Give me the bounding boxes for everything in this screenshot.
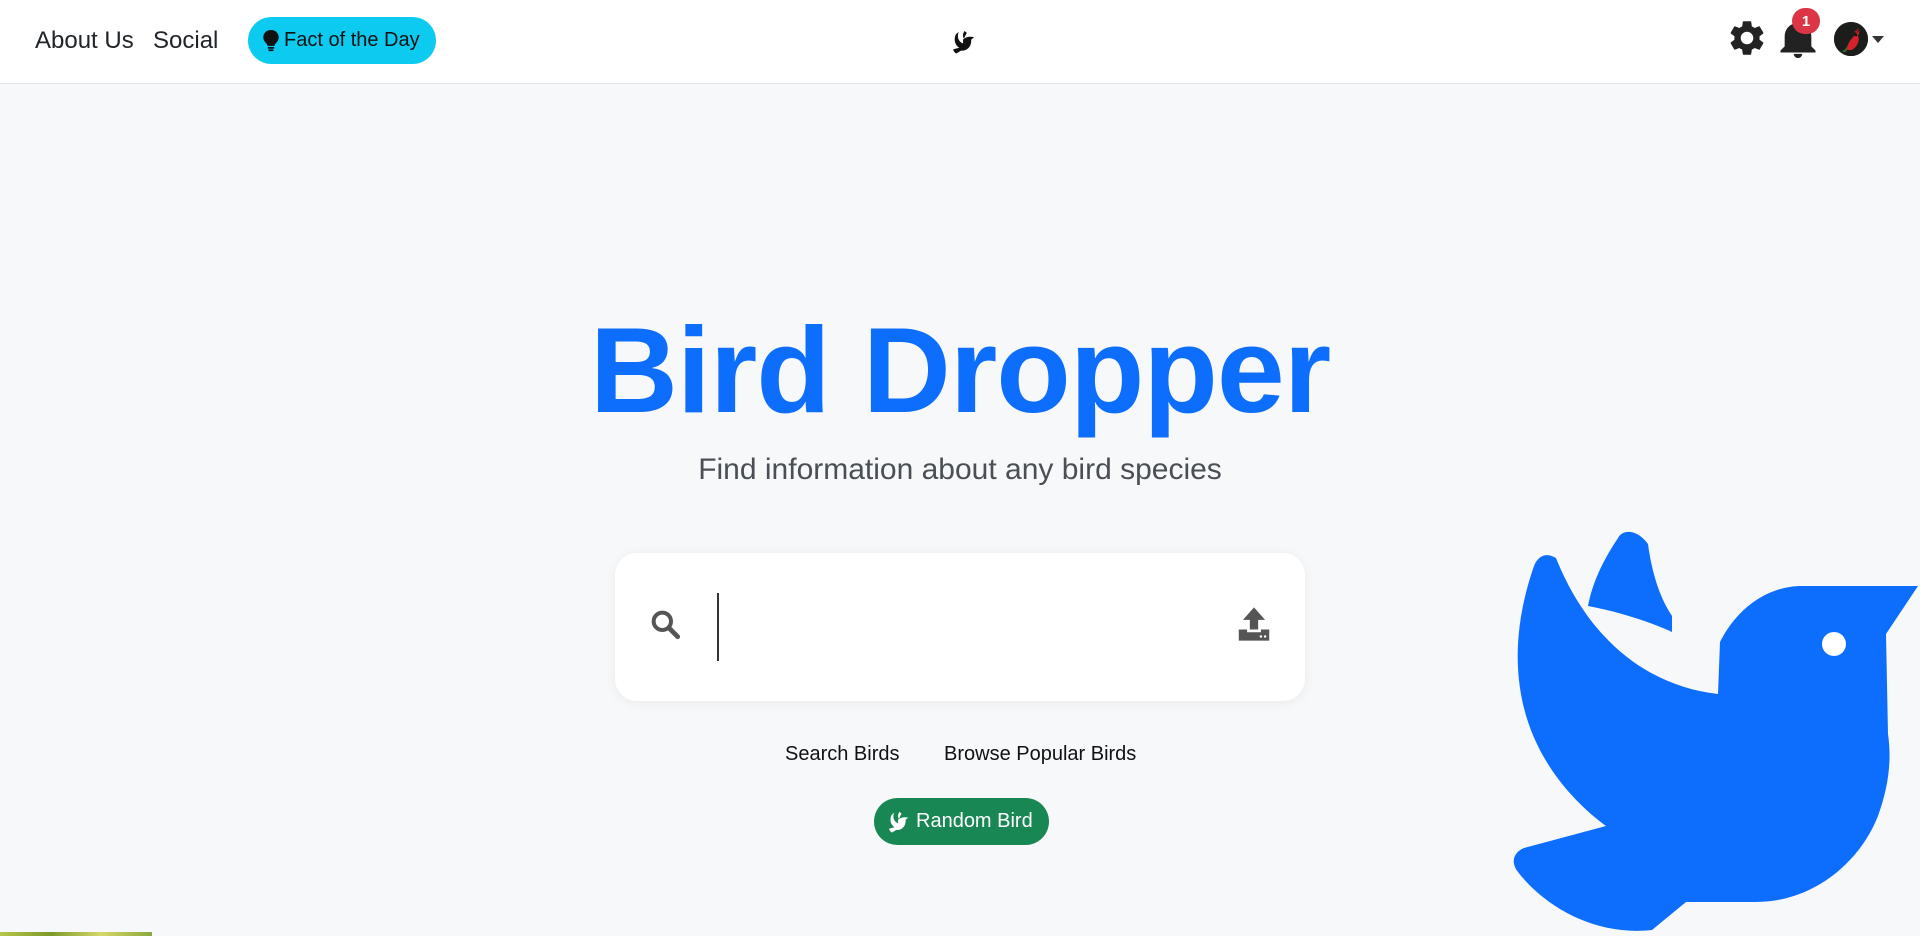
cardinal-avatar-icon	[1834, 22, 1868, 56]
notification-badge: 1	[1792, 8, 1820, 34]
browse-popular-birds-link[interactable]: Browse Popular Birds	[944, 741, 1136, 767]
nav-link-social[interactable]: Social	[153, 26, 218, 56]
random-bird-button[interactable]: Random Bird	[874, 798, 1049, 845]
dove-icon[interactable]	[952, 30, 976, 54]
search-icon	[651, 610, 681, 640]
search-card	[615, 553, 1305, 701]
fact-of-the-day-label: Fact of the Day	[284, 29, 420, 51]
gear-icon[interactable]	[1726, 17, 1768, 59]
page-title: Bird Dropper	[589, 302, 1331, 438]
random-bird-label: Random Bird	[916, 810, 1033, 832]
cardinal-avatar	[1834, 22, 1868, 56]
upload-icon[interactable]	[1237, 606, 1271, 642]
search-birds-link[interactable]: Search Birds	[785, 741, 900, 767]
caret-down-icon	[1872, 35, 1884, 43]
lightbulb-icon	[263, 29, 279, 51]
fact-of-the-day-button[interactable]: Fact of the Day	[248, 17, 436, 64]
corner-image-strip	[0, 932, 152, 936]
dove-icon	[889, 811, 909, 833]
search-input[interactable]	[717, 593, 1217, 661]
navbar: About Us Social Fact of the Day 1	[0, 0, 1920, 84]
user-menu[interactable]	[1834, 22, 1884, 56]
page-subtitle: Find information about any bird species	[698, 453, 1222, 486]
nav-link-about-us[interactable]: About Us	[35, 26, 134, 56]
dove-illustration-icon	[1513, 531, 1918, 931]
